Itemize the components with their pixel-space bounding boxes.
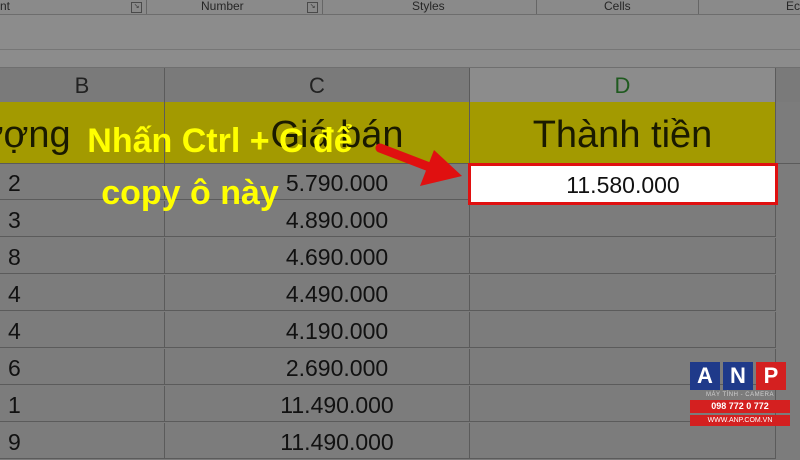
logo-website: WWW.ANP.COM.VN [690, 415, 790, 426]
logo-letter-n: N [723, 362, 753, 390]
anp-logo: A N P MÁY TÍNH - CAMERA 098 772 0 772 WW… [690, 362, 790, 442]
logo-tagline: MÁY TÍNH - CAMERA [706, 392, 774, 398]
annotation-line-2: copy ô này [101, 174, 279, 212]
instruction-annotation: Nhấn Ctrl + C để copy ô này [40, 115, 400, 219]
logo-letter-a: A [690, 362, 720, 390]
annotation-line-1: Nhấn Ctrl + C để [87, 122, 353, 160]
red-arrow-icon [375, 143, 462, 186]
logo-phone: 098 772 0 772 [690, 400, 790, 413]
logo-letter-p: P [756, 362, 786, 390]
